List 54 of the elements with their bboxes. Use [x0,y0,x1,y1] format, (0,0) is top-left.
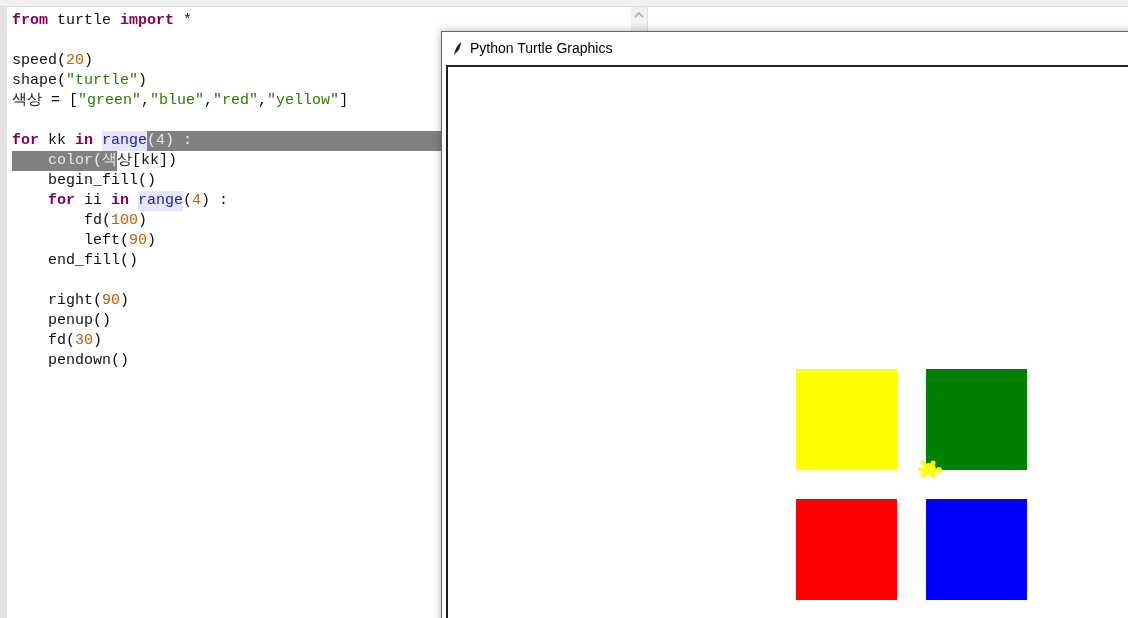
code-text: range [138,191,184,211]
code-text: pendown() [48,351,129,371]
code-text: 상[kk]) [117,151,178,171]
code-text: in [111,191,130,211]
code-text: end_fill() [48,251,138,271]
code-text: ] [339,91,349,111]
code-text: begin_fill() [48,171,157,191]
code-text: 100 [111,211,139,231]
selection-highlight [12,151,48,171]
code-text: 90 [129,231,148,251]
code-text: "turtle" [66,71,139,91]
code-text: from [12,11,48,31]
code-text: 30 [75,331,94,351]
scroll-up-icon[interactable] [634,11,644,19]
code-text: "blue" [150,91,205,111]
code-text: ) [84,51,94,71]
code-text: , [141,91,151,111]
code-text: "red" [213,91,259,111]
code-text: ) [138,71,148,91]
code-text: ) : [201,191,229,211]
code-text: turtle [56,11,113,31]
code-text: for [48,191,75,211]
code-text: shape( [12,71,66,91]
code-text: * [182,11,193,31]
code-text: "yellow" [267,91,340,111]
window-title: Python Turtle Graphics [470,39,613,58]
scrollbar[interactable] [631,7,647,31]
code-text: range [102,131,148,151]
code-text: kk [47,131,68,151]
code-text: 색상 = [ [12,91,78,111]
code-text: ) [138,211,148,231]
code-text: ) [147,231,157,251]
code-text: import [120,11,175,31]
code-text: ) [93,331,103,351]
code-text: 4 [192,191,202,211]
code-text: ( [183,191,193,211]
code-text: , [258,91,268,111]
feather-icon [453,40,462,57]
code-text: 20 [66,51,85,71]
selected-code-text: color(색 [48,151,117,171]
code-text: 90 [102,291,121,311]
code-text: , [204,91,214,111]
code-text: for [12,131,39,151]
selected-code-text: (4) : [147,131,193,151]
code-text: left( [84,231,129,251]
code-text: right( [48,291,102,311]
code-text: fd( [48,331,75,351]
code-text: fd( [84,211,111,231]
code-text: "green" [78,91,142,111]
code-text: penup() [48,311,111,331]
code-text: ii [83,191,104,211]
code-text: in [75,131,94,151]
code-text: ) [120,291,130,311]
code-text: speed( [12,51,66,71]
